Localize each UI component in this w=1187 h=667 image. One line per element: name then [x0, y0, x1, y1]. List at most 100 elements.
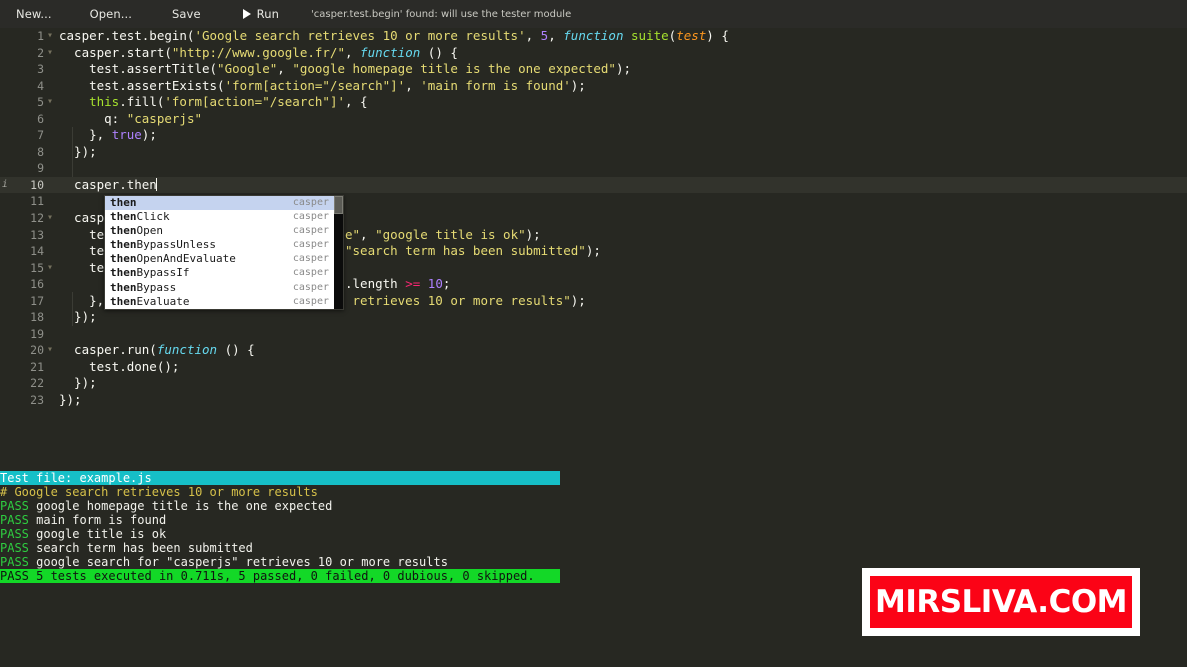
- autocomplete-item-source: casper: [292, 281, 329, 293]
- line-number: 6: [37, 111, 44, 126]
- code-text: casper.run(function () {: [59, 342, 255, 358]
- code-line[interactable]: 22 });: [0, 375, 1187, 392]
- code-text: casper.then: [59, 176, 157, 192]
- autocomplete-item-label: thenOpen: [110, 224, 163, 238]
- autocomplete-item[interactable]: thenClick casper: [105, 210, 343, 224]
- line-number: 7: [37, 128, 44, 143]
- autocomplete-item[interactable]: thenBypassUnless casper: [105, 238, 343, 252]
- code-line[interactable]: 9: [0, 160, 1187, 177]
- line-number: 14: [30, 244, 44, 259]
- autocomplete-item-source: casper: [292, 295, 329, 307]
- code-text: test.done();: [59, 358, 180, 374]
- line-number: 20 ▾: [30, 343, 53, 358]
- autocomplete-item[interactable]: thenEvaluate casper: [105, 295, 343, 309]
- code-line[interactable]: 4 test.assertExists('form[action="/searc…: [0, 78, 1187, 95]
- run-button-label: Run: [256, 7, 279, 21]
- code-line[interactable]: 21 test.done();: [0, 359, 1187, 376]
- autocomplete-item[interactable]: thenBypass casper: [105, 281, 343, 295]
- output-result-line: PASS google search for "casperjs" retrie…: [0, 555, 1187, 569]
- autocomplete-item-source: casper: [292, 197, 329, 208]
- line-number: 11: [30, 194, 44, 209]
- output-comment-line: # Google search retrieves 10 or more res…: [0, 485, 318, 499]
- line-number: 12 ▾: [30, 211, 53, 226]
- autocomplete-item-label: then: [110, 196, 137, 209]
- autocomplete-item-source: casper: [292, 211, 329, 223]
- new-file-button[interactable]: New...: [10, 3, 58, 25]
- fold-marker[interactable]: ▾: [47, 94, 53, 111]
- code-text: });: [59, 143, 97, 159]
- open-file-button[interactable]: Open...: [84, 3, 138, 25]
- line-number: 9: [37, 161, 44, 176]
- autocomplete-item-source: casper: [292, 253, 329, 265]
- pass-tag: PASS: [0, 499, 29, 513]
- info-marker-icon: i: [2, 178, 8, 190]
- line-number: 21: [30, 359, 44, 374]
- autocomplete-item-source: casper: [292, 239, 329, 251]
- fold-marker[interactable]: ▾: [47, 260, 53, 277]
- code-line[interactable]: 5 ▾ this.fill('form[action="/search"]', {: [0, 94, 1187, 111]
- line-number: 23: [30, 393, 44, 408]
- code-text: }, true);: [59, 127, 157, 143]
- code-text: casper.start("http://www.google.fr/", fu…: [59, 44, 458, 60]
- autocomplete-scrollbar-thumb[interactable]: [334, 196, 343, 214]
- line-number: 2 ▾: [37, 45, 53, 60]
- output-result-line: PASS search term has been submitted: [0, 541, 1187, 555]
- autocomplete-item-label: thenOpenAndEvaluate: [110, 252, 236, 266]
- code-line[interactable]: 2 ▾ casper.start("http://www.google.fr/",…: [0, 45, 1187, 62]
- code-text: q: "casperjs": [59, 110, 202, 126]
- code-line[interactable]: 23 });: [0, 392, 1187, 409]
- pass-tag: PASS: [0, 527, 29, 541]
- code-text: test.assertExists('form[action="/search"…: [59, 77, 586, 93]
- line-number: 8: [37, 144, 44, 159]
- status-message: 'casper.test.begin' found: will use the …: [311, 8, 572, 20]
- autocomplete-scrollbar[interactable]: [334, 196, 343, 309]
- watermark-text: MIRSLIVA.COM: [874, 584, 1128, 620]
- line-number: i 10: [2, 177, 44, 192]
- save-file-button[interactable]: Save: [166, 3, 207, 25]
- autocomplete-item[interactable]: thenBypassIf casper: [105, 266, 343, 280]
- code-text: });: [59, 375, 97, 391]
- pass-tag: PASS: [0, 555, 29, 569]
- fold-marker[interactable]: ▾: [47, 28, 53, 45]
- run-button[interactable]: Run: [237, 3, 285, 25]
- code-text: this.fill('form[action="/search"]', {: [89, 94, 368, 110]
- watermark-logo: MIRSLIVA.COM: [862, 568, 1140, 636]
- code-line[interactable]: 18 });: [0, 309, 1187, 326]
- output-file-header: Test file: example.js: [0, 471, 560, 485]
- autocomplete-item-label: thenClick: [110, 210, 170, 224]
- code-line[interactable]: 19: [0, 326, 1187, 343]
- pass-text: google title is ok: [28, 527, 167, 541]
- pass-text: google homepage title is the one expecte…: [28, 499, 333, 513]
- code-line[interactable]: 7 }, true);: [0, 127, 1187, 144]
- play-icon: [242, 9, 251, 19]
- fold-marker[interactable]: ▾: [47, 342, 53, 359]
- autocomplete-item-source: casper: [292, 267, 329, 279]
- autocomplete-popup[interactable]: then casper thenClick casper thenOpen ca…: [104, 195, 344, 310]
- autocomplete-item[interactable]: then casper: [105, 196, 343, 211]
- output-result-line: PASS google homepage title is the one ex…: [0, 499, 1187, 513]
- code-line[interactable]: 6 q: "casperjs": [0, 111, 1187, 128]
- code-line[interactable]: 3 test.assertTitle("Google", "google hom…: [0, 61, 1187, 78]
- line-number: 15 ▾: [30, 260, 53, 275]
- watermark-badge: MIRSLIVA.COM: [870, 576, 1132, 628]
- fold-marker[interactable]: ▾: [47, 45, 53, 62]
- code-text: });: [59, 309, 97, 325]
- line-number: 19: [30, 326, 44, 341]
- code-line[interactable]: 20 ▾ casper.run(function () {: [0, 342, 1187, 359]
- casperjs-ide-window: New... Open... Save Run 'casper.test.beg…: [0, 0, 1187, 667]
- code-text: test.assertTitle("Google", "google homep…: [59, 61, 631, 77]
- autocomplete-item[interactable]: thenOpenAndEvaluate casper: [105, 252, 343, 266]
- pass-tag: PASS: [0, 541, 29, 555]
- code-line-active[interactable]: i 10 casper.then: [0, 176, 1187, 194]
- fold-marker[interactable]: ▾: [47, 210, 53, 227]
- output-header-line: Test file: example.js: [0, 471, 1187, 485]
- autocomplete-item-label: thenBypassUnless: [110, 238, 216, 252]
- autocomplete-item[interactable]: thenOpen casper: [105, 224, 343, 238]
- code-line[interactable]: 1 ▾ casper.test.begin('Google search retr…: [0, 28, 1187, 45]
- autocomplete-item-source: casper: [292, 225, 329, 237]
- code-line[interactable]: 8 });: [0, 144, 1187, 161]
- autocomplete-item-label: thenEvaluate: [110, 294, 190, 308]
